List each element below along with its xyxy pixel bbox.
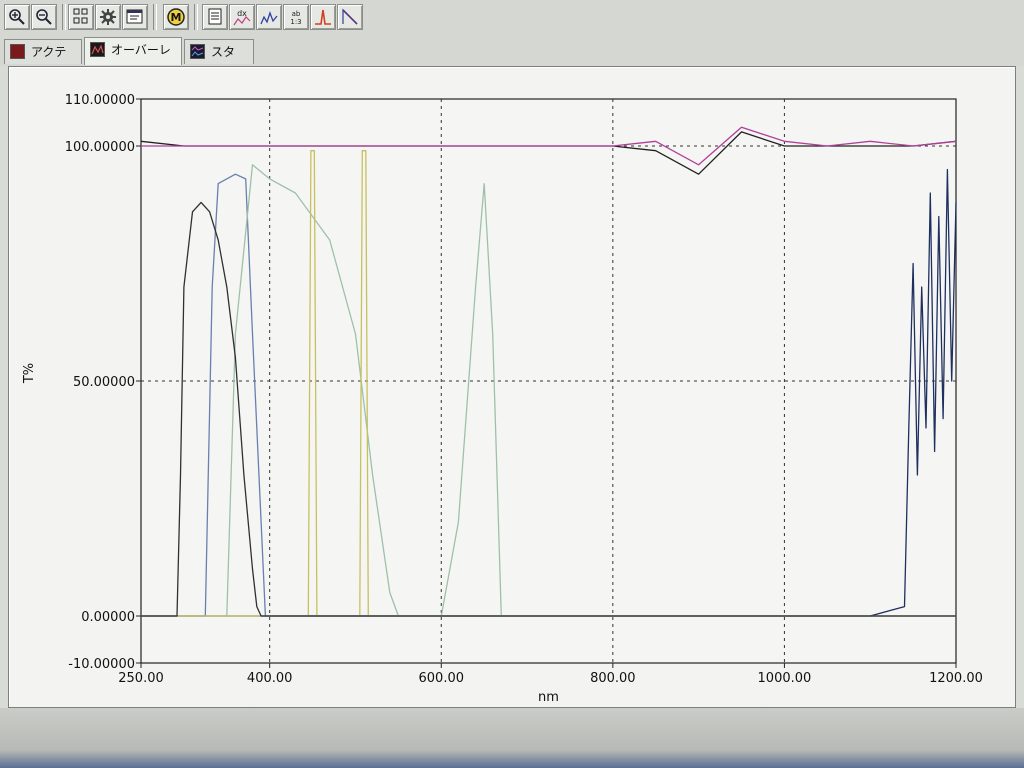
x-axis-label: nm (538, 690, 559, 705)
overlay-spectrum-icon (90, 42, 105, 57)
report-button[interactable] (202, 4, 228, 30)
tab-active[interactable]: アクティブ (4, 39, 82, 83)
y-tick-label: 100.00000 (65, 140, 135, 155)
active-spectrum-icon (10, 44, 25, 59)
tab-bar: アクティブ オーバーレイ スタック (0, 36, 1024, 83)
x-tick-label: 1000.00 (758, 671, 812, 686)
toolbar-separator (153, 4, 157, 30)
x-tick-label: 250.00 (118, 671, 164, 686)
layout-button[interactable] (68, 4, 94, 30)
properties-icon (126, 9, 143, 24)
x-tick-label: 400.00 (247, 671, 293, 686)
smoothing-button[interactable] (256, 4, 282, 30)
stack-spectrum-icon (190, 44, 205, 59)
y-tick-label: 0.00000 (81, 610, 135, 625)
settings-gear-icon (100, 9, 116, 25)
settings-button[interactable] (95, 4, 121, 30)
spectrum-panel: 250.00 400.00 600.00 800.00 1000.00 1200.00 11… (8, 66, 1016, 708)
svg-text:ab: ab (292, 10, 301, 18)
toolbar-separator (62, 4, 66, 30)
y-tick-label: 50.00000 (73, 375, 135, 390)
curve-tool-button[interactable] (337, 4, 363, 30)
properties-button[interactable] (122, 4, 148, 30)
peak-pick-button[interactable] (310, 4, 336, 30)
smoothing-icon (260, 11, 278, 25)
peak-pick-icon (315, 9, 331, 25)
report-icon (208, 8, 222, 25)
x-tick-label: 600.00 (419, 671, 465, 686)
y-tick-label: 110.00000 (65, 93, 135, 108)
ratio-button[interactable]: ab 1:3 (283, 4, 309, 30)
y-tick-label: -10.00000 (68, 657, 135, 672)
zoom-out-icon (36, 9, 52, 25)
zoom-out-button[interactable] (31, 4, 57, 30)
tab-stack[interactable]: スタック (184, 39, 254, 83)
layout-icon (73, 8, 88, 24)
y-axis-label: T% (22, 363, 37, 384)
toolbar-separator (194, 4, 198, 30)
svg-text:M: M (171, 11, 182, 24)
x-tick-label: 800.00 (590, 671, 636, 686)
method-m-icon: M (167, 8, 185, 26)
zoom-in-icon (9, 9, 25, 25)
derivative-icon: dx (233, 9, 251, 26)
zoom-in-button[interactable] (4, 4, 30, 30)
curve-tool-icon (342, 8, 358, 25)
x-tick-label: 1200.00 (929, 671, 983, 686)
spectrum-chart[interactable]: 250.00 400.00 600.00 800.00 1000.00 1200.00 11… (9, 67, 1015, 707)
derivative-button[interactable]: dx (229, 4, 255, 30)
toolbar: M dx ab 1:3 (0, 0, 1024, 37)
window-bottom-edge (0, 708, 1024, 768)
method-button[interactable]: M (163, 4, 189, 30)
tab-overlay[interactable]: オーバーレイ (84, 37, 182, 81)
ratio-icon: ab1:3 (290, 10, 301, 26)
svg-text:1:3: 1:3 (290, 18, 301, 26)
